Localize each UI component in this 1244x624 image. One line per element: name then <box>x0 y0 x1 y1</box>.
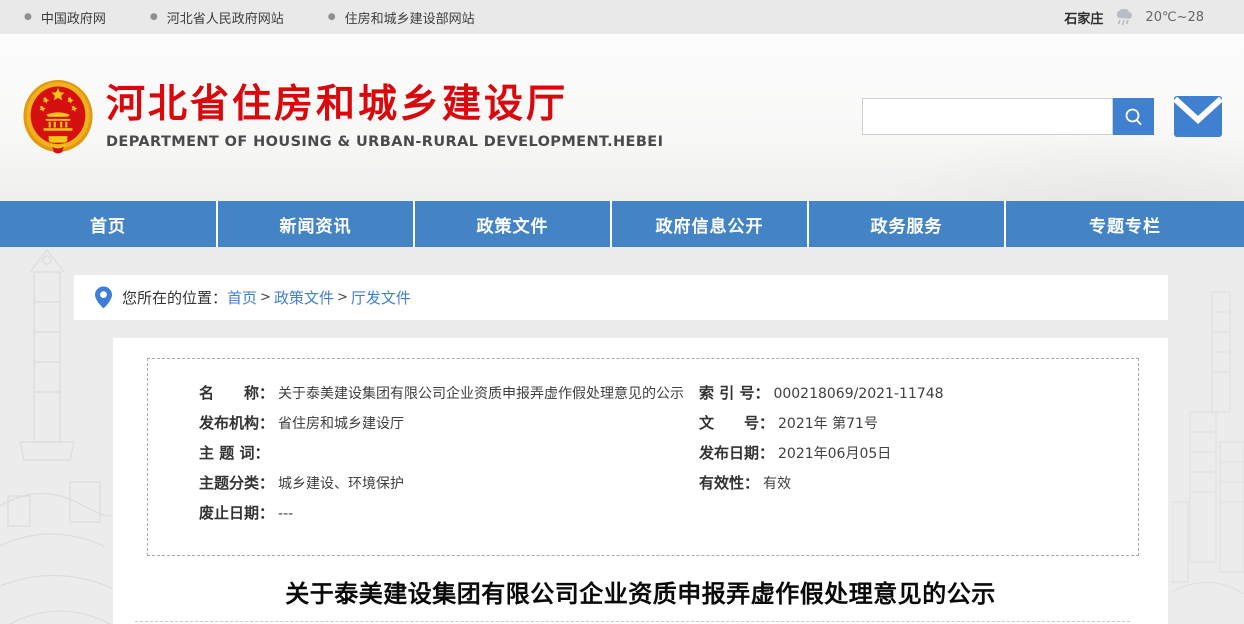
topbar-link-label: 中国政府网 <box>41 8 106 27</box>
nav-item-special[interactable]: 专题专栏 <box>1004 201 1244 247</box>
nav-item-home[interactable]: 首页 <box>0 201 216 247</box>
cloud-rain-icon <box>1113 9 1135 26</box>
meta-row-index-number: 索 引 号： 000218069/2021-11748 <box>699 382 1138 412</box>
location-pin-icon <box>95 286 112 309</box>
meta-row-keywords: 主 题 词： <box>199 442 699 472</box>
nav-item-label: 政务服务 <box>871 212 943 237</box>
meta-label: 索 引 号： <box>699 382 769 403</box>
topbar-link-label: 住房和城乡建设部网站 <box>345 8 475 27</box>
weather-temperature: 20℃~28 <box>1145 10 1204 25</box>
meta-value: 城乡建设、环境保护 <box>278 473 404 493</box>
content-panel: 名 称： 关于泰美建设集团有限公司企业资质申报弄虚作假处理意见的公示 发布机构：… <box>113 338 1168 624</box>
meta-row-title: 名 称： 关于泰美建设集团有限公司企业资质申报弄虚作假处理意见的公示 <box>199 382 699 412</box>
nav-item-policy[interactable]: 政策文件 <box>413 201 610 247</box>
nav-item-gov-info[interactable]: 政府信息公开 <box>610 201 807 247</box>
breadcrumb-link-policy[interactable]: 政策文件 <box>274 287 334 308</box>
topbar-link-hebei-gov[interactable]: ● 河北省人民政府网站 <box>150 8 284 27</box>
site-title: 河北省住房和城乡建设厅 <box>106 84 663 127</box>
search-icon <box>1123 106 1145 128</box>
meta-value: 关于泰美建设集团有限公司企业资质申报弄虚作假处理意见的公示 <box>278 383 684 403</box>
meta-label: 发布机构： <box>199 412 274 433</box>
national-emblem-icon <box>22 78 94 154</box>
top-utility-bar: ● 中国政府网 ● 河北省人民政府网站 ● 住房和城乡建设部网站 石家庄 20℃… <box>0 0 1244 34</box>
weather-widget: 石家庄 20℃~28 <box>1064 8 1204 27</box>
article-title: 关于泰美建设集团有限公司企业资质申报弄虚作假处理意见的公示 <box>113 574 1168 609</box>
meta-row-publish-date: 发布日期： 2021年06月05日 <box>699 442 1138 472</box>
meta-column-left: 名 称： 关于泰美建设集团有限公司企业资质申报弄虚作假处理意见的公示 发布机构：… <box>148 382 699 532</box>
page: ● 中国政府网 ● 河北省人民政府网站 ● 住房和城乡建设部网站 石家庄 20℃… <box>0 0 1244 624</box>
bullet-icon: ● <box>150 13 158 22</box>
meta-label: 主 题 词： <box>199 442 269 463</box>
topbar-link-gov-cn[interactable]: ● 中国政府网 <box>24 8 106 27</box>
main-nav: 首页 新闻资讯 政策文件 政府信息公开 政务服务 专题专栏 <box>0 201 1244 247</box>
meta-row-validity: 有效性： 有效 <box>699 472 1138 502</box>
nav-item-label: 政府信息公开 <box>656 212 764 237</box>
meta-label: 名 称： <box>199 382 274 403</box>
nav-item-label: 新闻资讯 <box>280 212 352 237</box>
meta-value: 000218069/2021-11748 <box>773 386 943 402</box>
topbar-link-label: 河北省人民政府网站 <box>167 8 284 27</box>
meta-label: 文 号： <box>699 412 774 433</box>
nav-item-label: 专题专栏 <box>1089 212 1161 237</box>
meta-value: 省住房和城乡建设厅 <box>278 413 404 433</box>
background-sketch-right <box>1172 262 1244 624</box>
meta-row-repeal-date: 废止日期： --- <box>199 502 699 532</box>
breadcrumb-separator: > <box>337 290 348 305</box>
site-header: 河北省住房和城乡建设厅 DEPARTMENT OF HOUSING & URBA… <box>0 34 1244 201</box>
meta-value: 2021年06月05日 <box>778 443 891 463</box>
nav-item-news[interactable]: 新闻资讯 <box>216 201 413 247</box>
breadcrumb-link-home[interactable]: 首页 <box>227 287 257 308</box>
breadcrumb-prefix: 您所在的位置： <box>122 287 227 308</box>
meta-row-category: 主题分类： 城乡建设、环境保护 <box>199 472 699 502</box>
nav-item-label: 政策文件 <box>477 212 549 237</box>
meta-value: 2021年 第71号 <box>778 413 878 433</box>
meta-row-doc-number: 文 号： 2021年 第71号 <box>699 412 1138 442</box>
meta-label: 废止日期： <box>199 502 274 523</box>
bullet-icon: ● <box>328 13 336 22</box>
meta-label: 主题分类： <box>199 472 274 493</box>
meta-label: 有效性： <box>699 472 759 493</box>
breadcrumb-separator: > <box>260 290 271 305</box>
meta-column-right: 索 引 号： 000218069/2021-11748 文 号： 2021年 第… <box>699 382 1138 532</box>
divider <box>135 621 1130 622</box>
topbar-link-mohurd[interactable]: ● 住房和城乡建设部网站 <box>328 8 475 27</box>
nav-item-label: 首页 <box>90 212 126 237</box>
breadcrumb-link-dept-docs[interactable]: 厅发文件 <box>351 287 411 308</box>
meta-value: --- <box>278 506 293 522</box>
document-meta-box: 名 称： 关于泰美建设集团有限公司企业资质申报弄虚作假处理意见的公示 发布机构：… <box>147 358 1139 556</box>
search-input[interactable] <box>862 98 1113 135</box>
nav-item-services[interactable]: 政务服务 <box>807 201 1004 247</box>
breadcrumb: 您所在的位置： 首页 > 政策文件 > 厅发文件 <box>74 275 1168 320</box>
meta-row-issuer: 发布机构： 省住房和城乡建设厅 <box>199 412 699 442</box>
mail-button[interactable] <box>1174 96 1222 137</box>
meta-value: 有效 <box>763 473 791 493</box>
weather-city: 石家庄 <box>1064 8 1103 27</box>
brand-text: 河北省住房和城乡建设厅 DEPARTMENT OF HOUSING & URBA… <box>106 76 663 150</box>
bullet-icon: ● <box>24 13 32 22</box>
site-subtitle: DEPARTMENT OF HOUSING & URBAN-RURAL DEVE… <box>106 134 663 150</box>
mail-icon <box>1174 96 1222 137</box>
search-button[interactable] <box>1113 98 1154 135</box>
site-brand[interactable]: 河北省住房和城乡建设厅 DEPARTMENT OF HOUSING & URBA… <box>22 76 663 154</box>
meta-label: 发布日期： <box>699 442 774 463</box>
